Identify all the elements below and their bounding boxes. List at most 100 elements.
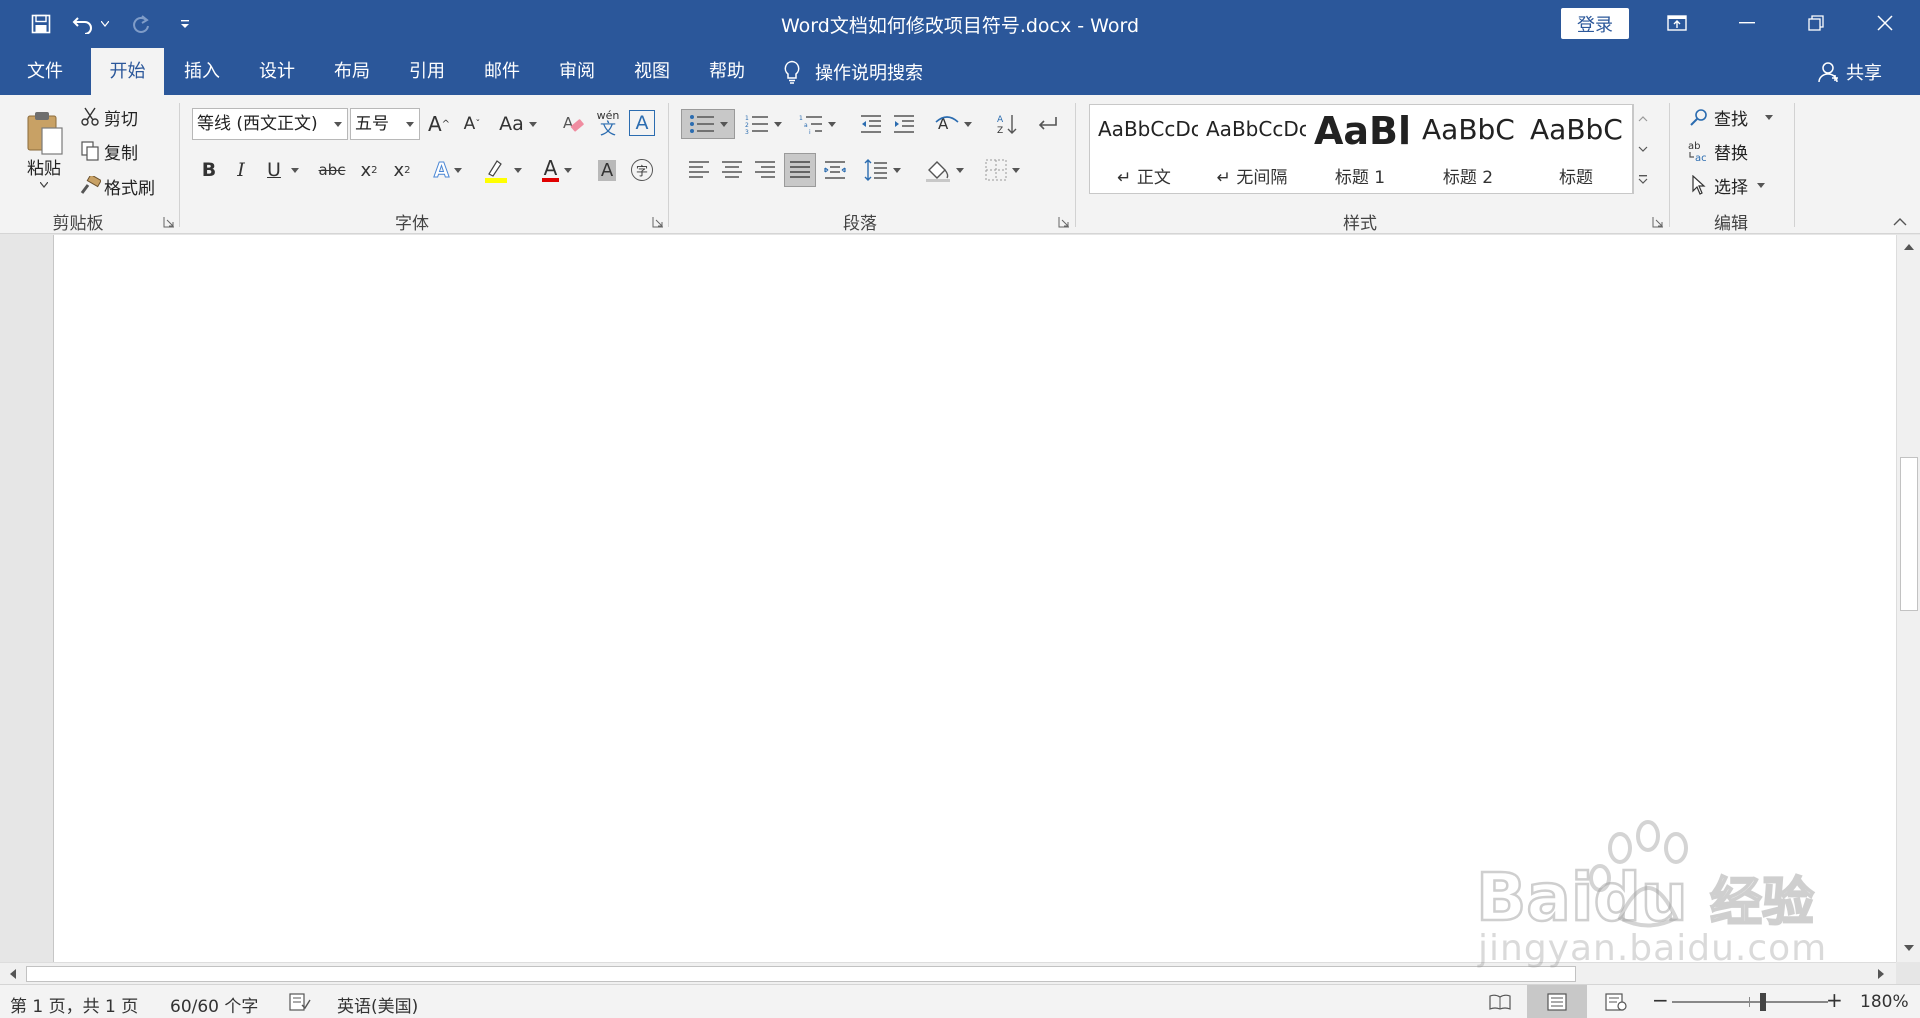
scroll-right-icon[interactable] (1871, 964, 1891, 984)
tell-me-search[interactable]: 操作说明搜索 (783, 48, 923, 95)
zoom-slider-thumb[interactable] (1760, 993, 1766, 1011)
grow-font-button[interactable]: A ^ (425, 108, 453, 140)
underline-button[interactable]: U (261, 155, 287, 185)
tab-layout[interactable]: 布局 (316, 48, 388, 95)
font-name-dropdown[interactable]: 等线 (西文正文) (192, 108, 348, 140)
line-spacing-button[interactable] (859, 155, 905, 185)
tab-mailings[interactable]: 邮件 (466, 48, 538, 95)
redo-icon[interactable] (128, 8, 154, 40)
format-painter-label[interactable]: 格式刷 (104, 174, 155, 199)
customize-qat-icon[interactable] (176, 8, 194, 40)
language-indicator[interactable]: 英语(美国) (337, 992, 418, 1017)
clear-formatting-icon[interactable]: A (560, 108, 586, 140)
italic-button[interactable]: I (228, 155, 254, 185)
tab-file[interactable]: 文件 (9, 48, 81, 95)
shrink-font-button[interactable]: Aˇ (458, 108, 486, 140)
font-size-dropdown[interactable]: 五号 (350, 108, 420, 140)
ribbon-display-options-icon[interactable] (1643, 0, 1711, 46)
zoom-out-button[interactable]: − (1652, 988, 1669, 1012)
style-no-spacing[interactable]: AaBbCcDc ↵ 无间隔 (1198, 105, 1306, 193)
paragraph-launcher-icon[interactable] (1058, 216, 1070, 228)
sort-icon[interactable]: AZ (993, 109, 1021, 139)
character-shading-button[interactable]: A (594, 155, 620, 185)
gallery-more-icon[interactable] (1632, 164, 1652, 194)
undo-dropdown-icon[interactable] (98, 8, 112, 40)
cut-icon[interactable] (78, 105, 102, 129)
find-label[interactable]: 查找 (1714, 105, 1748, 130)
save-icon[interactable] (27, 8, 55, 40)
minimize-icon[interactable] (1713, 0, 1781, 46)
align-center-icon[interactable] (718, 155, 746, 185)
underline-dropdown-icon[interactable] (289, 155, 301, 185)
close-icon[interactable] (1851, 0, 1919, 46)
style-normal[interactable]: AaBbCcDc ↵ 正文 (1090, 105, 1198, 193)
shading-button[interactable] (921, 155, 967, 185)
format-painter-icon[interactable] (78, 174, 102, 198)
character-border-button[interactable]: A (628, 108, 656, 138)
replace-icon[interactable]: ab ac (1686, 139, 1712, 163)
highlight-color-button[interactable] (481, 155, 523, 185)
print-layout-icon[interactable] (1527, 985, 1587, 1018)
clipboard-launcher-icon[interactable] (163, 216, 175, 228)
align-left-icon[interactable] (685, 155, 713, 185)
show-formatting-marks-icon[interactable] (1033, 109, 1061, 139)
document-page[interactable] (53, 235, 1898, 962)
enclose-characters-button[interactable]: 字 (628, 155, 656, 185)
vertical-scrollbar[interactable] (1896, 235, 1920, 962)
paste-label[interactable]: 粘贴 (16, 153, 72, 179)
find-dropdown-icon[interactable] (1762, 105, 1776, 129)
horizontal-scroll-thumb[interactable] (26, 966, 1576, 982)
select-cursor-icon[interactable] (1688, 173, 1710, 197)
font-color-button[interactable]: A (536, 155, 578, 185)
superscript-button[interactable]: x2 (388, 155, 416, 185)
tab-review[interactable]: 审阅 (541, 48, 613, 95)
scroll-down-icon[interactable] (1899, 938, 1919, 958)
font-launcher-icon[interactable] (652, 216, 664, 228)
gallery-scroll-down-icon[interactable] (1632, 134, 1652, 164)
align-right-icon[interactable] (751, 155, 779, 185)
collapse-ribbon-icon[interactable] (1890, 215, 1910, 229)
distributed-icon[interactable] (821, 155, 849, 185)
page-count[interactable]: 第 1 页，共 1 页 (10, 992, 138, 1017)
paste-dropdown-icon[interactable] (38, 179, 50, 191)
web-layout-icon[interactable] (1599, 990, 1633, 1014)
tab-insert[interactable]: 插入 (166, 48, 238, 95)
subscript-button[interactable]: x2 (355, 155, 383, 185)
tab-view[interactable]: 视图 (616, 48, 688, 95)
restore-icon[interactable] (1782, 0, 1850, 46)
change-case-button[interactable]: Aa (496, 108, 540, 140)
style-title[interactable]: AaBbC 标题 (1522, 105, 1630, 193)
cut-label[interactable]: 剪切 (104, 105, 138, 130)
styles-launcher-icon[interactable] (1652, 216, 1664, 228)
share-button[interactable]: 共享 (1818, 48, 1882, 95)
style-heading-2[interactable]: AaBbC 标题 2 (1414, 105, 1522, 193)
copy-icon[interactable] (78, 139, 102, 163)
text-effects-button[interactable]: A (427, 155, 469, 185)
find-icon[interactable] (1688, 105, 1710, 129)
justify-icon[interactable] (784, 153, 816, 187)
scroll-left-icon[interactable] (3, 964, 23, 984)
select-label[interactable]: 选择 (1714, 173, 1748, 198)
tab-references[interactable]: 引用 (391, 48, 463, 95)
bullets-button[interactable] (681, 109, 735, 139)
borders-button[interactable] (979, 155, 1025, 185)
login-button[interactable]: 登录 (1561, 8, 1629, 39)
zoom-level[interactable]: 180% (1860, 992, 1909, 1012)
scroll-up-icon[interactable] (1899, 237, 1919, 257)
strikethrough-button[interactable]: abc (316, 155, 348, 185)
tab-design[interactable]: 设计 (241, 48, 313, 95)
word-count[interactable]: 60/60 个字 (170, 992, 258, 1017)
gallery-scroll-up-icon[interactable] (1632, 104, 1652, 134)
vertical-scroll-thumb[interactable] (1900, 457, 1918, 611)
read-mode-icon[interactable] (1483, 990, 1517, 1014)
multilevel-list-button[interactable]: 1ai (794, 109, 840, 139)
phonetic-guide-button[interactable]: wén 文 (594, 106, 622, 140)
style-heading-1[interactable]: AaBl 标题 1 (1306, 105, 1414, 193)
proofing-icon[interactable] (289, 993, 311, 1011)
chinese-layout-button[interactable]: A (930, 109, 976, 139)
tab-help[interactable]: 帮助 (691, 48, 763, 95)
zoom-in-button[interactable]: + (1826, 988, 1843, 1012)
decrease-indent-icon[interactable] (857, 109, 885, 139)
zoom-slider[interactable] (1672, 1001, 1828, 1003)
copy-label[interactable]: 复制 (104, 139, 138, 164)
